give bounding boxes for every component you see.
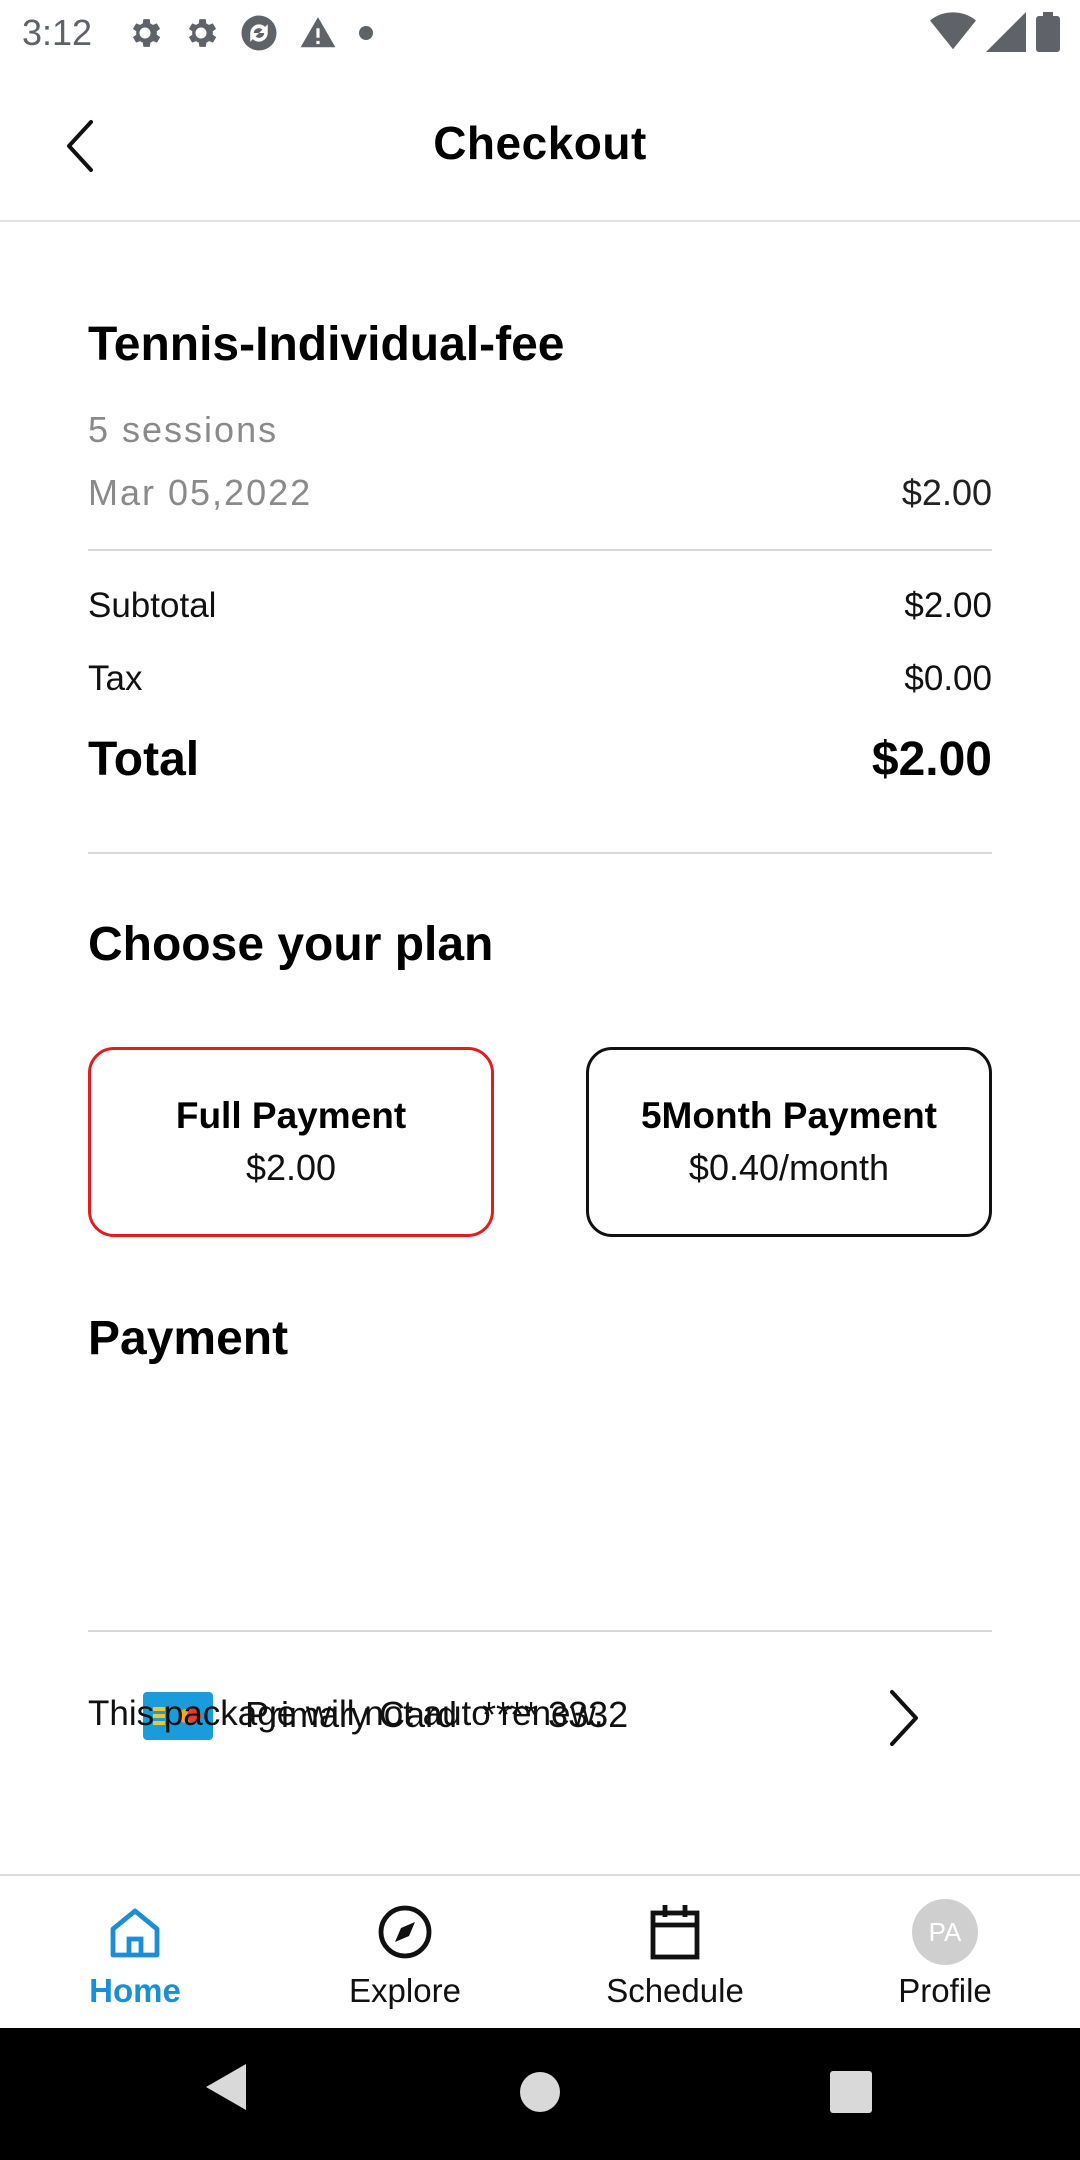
plan-option-full-payment[interactable]: Full Payment $2.00 [88, 1047, 494, 1237]
plan-price: $2.00 [245, 1147, 337, 1188]
tax-value: $0.00 [904, 659, 992, 698]
nav-label: Explore [349, 1972, 461, 2009]
total-value: $2.00 [871, 733, 992, 786]
notification-icons [126, 12, 376, 54]
avatar: PA [912, 1899, 978, 1965]
item-price: $2.00 [901, 472, 992, 513]
wifi-icon [930, 12, 976, 50]
divider [88, 549, 992, 551]
warning-icon [300, 17, 336, 48]
plan-name: Full Payment [175, 1095, 407, 1136]
nav-item-schedule[interactable]: Schedule [540, 1876, 810, 2030]
auto-renew-note: This package will not auto renew. [88, 1694, 604, 1733]
plan-name: 5Month Payment [640, 1095, 938, 1136]
calendar-icon [650, 1905, 700, 1960]
subtotal-value: $2.00 [904, 586, 992, 625]
system-status-icons [930, 12, 1060, 52]
bottom-nav: Home Explore Schedule PA Profile [0, 1874, 1080, 2028]
compass-icon [378, 1905, 432, 1959]
status-time: 3:12 [22, 12, 93, 53]
page-title: Checkout [433, 117, 647, 169]
system-nav-bar [0, 2028, 1080, 2160]
chevron-right-icon [890, 1690, 918, 1746]
nav-label: Home [89, 1972, 181, 2009]
divider [88, 1630, 992, 1632]
signal-icon [986, 12, 1026, 52]
item-sessions: 5 sessions [88, 409, 279, 450]
nav-item-profile[interactable]: PA Profile [810, 1876, 1080, 2030]
subtotal-label: Subtotal [88, 586, 217, 625]
nav-item-home[interactable]: Home [0, 1876, 270, 2030]
home-icon [110, 1908, 160, 1958]
tax-label: Tax [88, 659, 143, 698]
gear-icon [132, 19, 161, 47]
nav-label: Profile [898, 1972, 992, 2009]
item-date: Mar 05,2022 [88, 472, 313, 513]
home-circle-icon[interactable] [518, 2070, 562, 2114]
nav-label: Schedule [606, 1972, 744, 2009]
back-triangle-icon[interactable] [204, 2062, 248, 2112]
plan-heading: Choose your plan [88, 918, 494, 971]
sync-icon [241, 15, 277, 51]
nav-item-explore[interactable]: Explore [270, 1876, 540, 2030]
recents-square-icon[interactable] [829, 2070, 873, 2114]
item-name: Tennis-Individual-fee [88, 318, 565, 371]
dot-icon [359, 26, 373, 40]
payment-heading: Payment [88, 1312, 289, 1365]
battery-icon [1036, 12, 1060, 52]
divider [88, 852, 992, 854]
app-header: Checkout [0, 70, 1080, 222]
gear-icon [188, 19, 217, 47]
status-bar: 3:12 [0, 0, 1080, 70]
plan-price: $0.40/month [688, 1147, 890, 1188]
total-label: Total [88, 733, 200, 786]
plan-option-5month-payment[interactable]: 5Month Payment $0.40/month [586, 1047, 992, 1237]
